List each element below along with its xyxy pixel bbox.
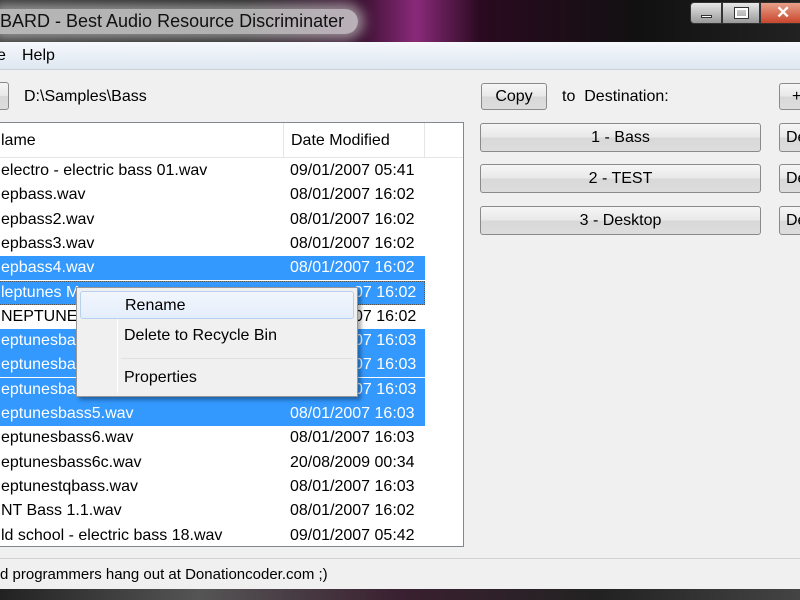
file-date: 07 16:03 [354,356,417,374]
table-row[interactable]: electro - electric bass 01.wav 09/01/2007… [0,159,425,183]
file-date: 08/01/2007 16:02 [290,259,415,277]
table-row[interactable]: epbass4.wav 08/01/2007 16:02 [0,256,425,281]
file-date: 08/01/2007 16:02 [290,210,415,228]
table-row[interactable]: epbass2.wav 08/01/2007 16:02 [0,208,425,232]
minimize-button[interactable] [690,2,722,24]
copy-button[interactable]: Copy [481,83,547,110]
file-name: ld school - electric bass 18.wav [1,526,223,544]
destination-2-button[interactable]: 2 - TEST [480,164,761,193]
table-row[interactable]: eptunesbass6.wav 08/01/2007 16:03 [0,426,425,450]
file-name: epbass3.wav [1,234,95,252]
column-header-date[interactable]: Date Modified [284,123,425,158]
file-date: 08/01/2007 16:03 [290,405,415,422]
delete-destination-2-button[interactable]: De [779,164,800,193]
file-name: eptunesbas [1,332,84,350]
file-date: 08/01/2007 16:03 [290,477,415,495]
file-name: leptunes M [1,283,80,301]
file-name: electro - electric bass 01.wav [1,162,208,179]
table-row[interactable]: epbass3.wav 08/01/2007 16:02 [0,232,425,256]
to-destination-label: to Destination: [562,88,669,105]
maximize-button[interactable] [722,2,760,24]
file-name: epbass.wav [1,186,86,204]
list-header: lame Date Modified [0,123,463,158]
file-date: 08/01/2007 16:02 [290,234,415,252]
table-row[interactable]: ld school - electric bass 18.wav 09/01/20… [0,524,425,547]
file-name: eptunesbass5.wav [1,405,134,422]
file-date: 07 16:03 [354,332,417,350]
table-row[interactable]: NT Bass 1.1.wav 08/01/2007 16:02 [0,499,425,523]
file-date: 09/01/2007 05:42 [290,526,415,544]
close-icon: ✕ [776,3,791,22]
file-name: eptunesbas [1,356,84,374]
table-row[interactable]: eptunesbass6c.wav 20/08/2009 00:34 [0,451,425,475]
menu-file[interactable]: e [0,47,6,65]
file-date: 07 16:02 [354,283,417,301]
menu-item-properties[interactable]: Properties [80,364,354,392]
file-date: 08/01/2007 16:03 [290,429,415,447]
status-bar: d programmers hang out at Donationcoder.… [0,558,800,589]
table-row[interactable]: eptunestqbass.wav 08/01/2007 16:03 [0,475,425,499]
file-name: eptunestqbass.wav [1,477,138,495]
add-destination-button[interactable]: + [779,83,800,110]
delete-destination-3-button[interactable]: De [779,206,800,235]
file-name: eptunesbass6c.wav [1,453,142,471]
window-frame-bottom [0,589,800,600]
file-name: NT Bass 1.1.wav [1,502,122,520]
menu-bar: e Help [0,42,800,70]
file-name: eptunesbass6.wav [1,429,134,447]
file-name: epbass4.wav [1,259,95,277]
delete-destination-1-button[interactable]: De [779,123,800,152]
current-path: D:\Samples\Bass [24,88,147,105]
column-header-name[interactable]: lame [0,123,284,158]
file-date: 09/01/2007 05:41 [290,162,415,179]
file-date: 08/01/2007 16:02 [290,186,415,204]
menu-separator [121,358,353,359]
table-row[interactable]: eptunesbass5.wav 08/01/2007 16:03 [0,402,425,426]
file-name: eptunesbas [1,380,84,398]
browse-button[interactable] [0,82,9,110]
title-bar: BARD - Best Audio Resource Discriminater… [0,0,800,42]
file-date: 07 16:02 [354,307,417,325]
context-menu: Rename Delete to Recycle Bin Properties [76,287,358,397]
close-button[interactable]: ✕ [760,2,800,24]
menu-item-rename[interactable]: Rename [80,291,354,319]
file-date: 08/01/2007 16:02 [290,502,415,520]
file-date: 07 16:03 [354,380,417,398]
file-name: epbass2.wav [1,210,95,228]
menu-help[interactable]: Help [22,47,55,65]
destination-1-button[interactable]: 1 - Bass [480,123,761,152]
table-row[interactable]: epbass.wav 08/01/2007 16:02 [0,183,425,207]
file-date: 20/08/2009 00:34 [290,453,415,471]
destination-3-button[interactable]: 3 - Desktop [480,206,761,235]
window-title: BARD - Best Audio Resource Discriminater [0,9,359,34]
menu-item-delete[interactable]: Delete to Recycle Bin [80,322,354,350]
